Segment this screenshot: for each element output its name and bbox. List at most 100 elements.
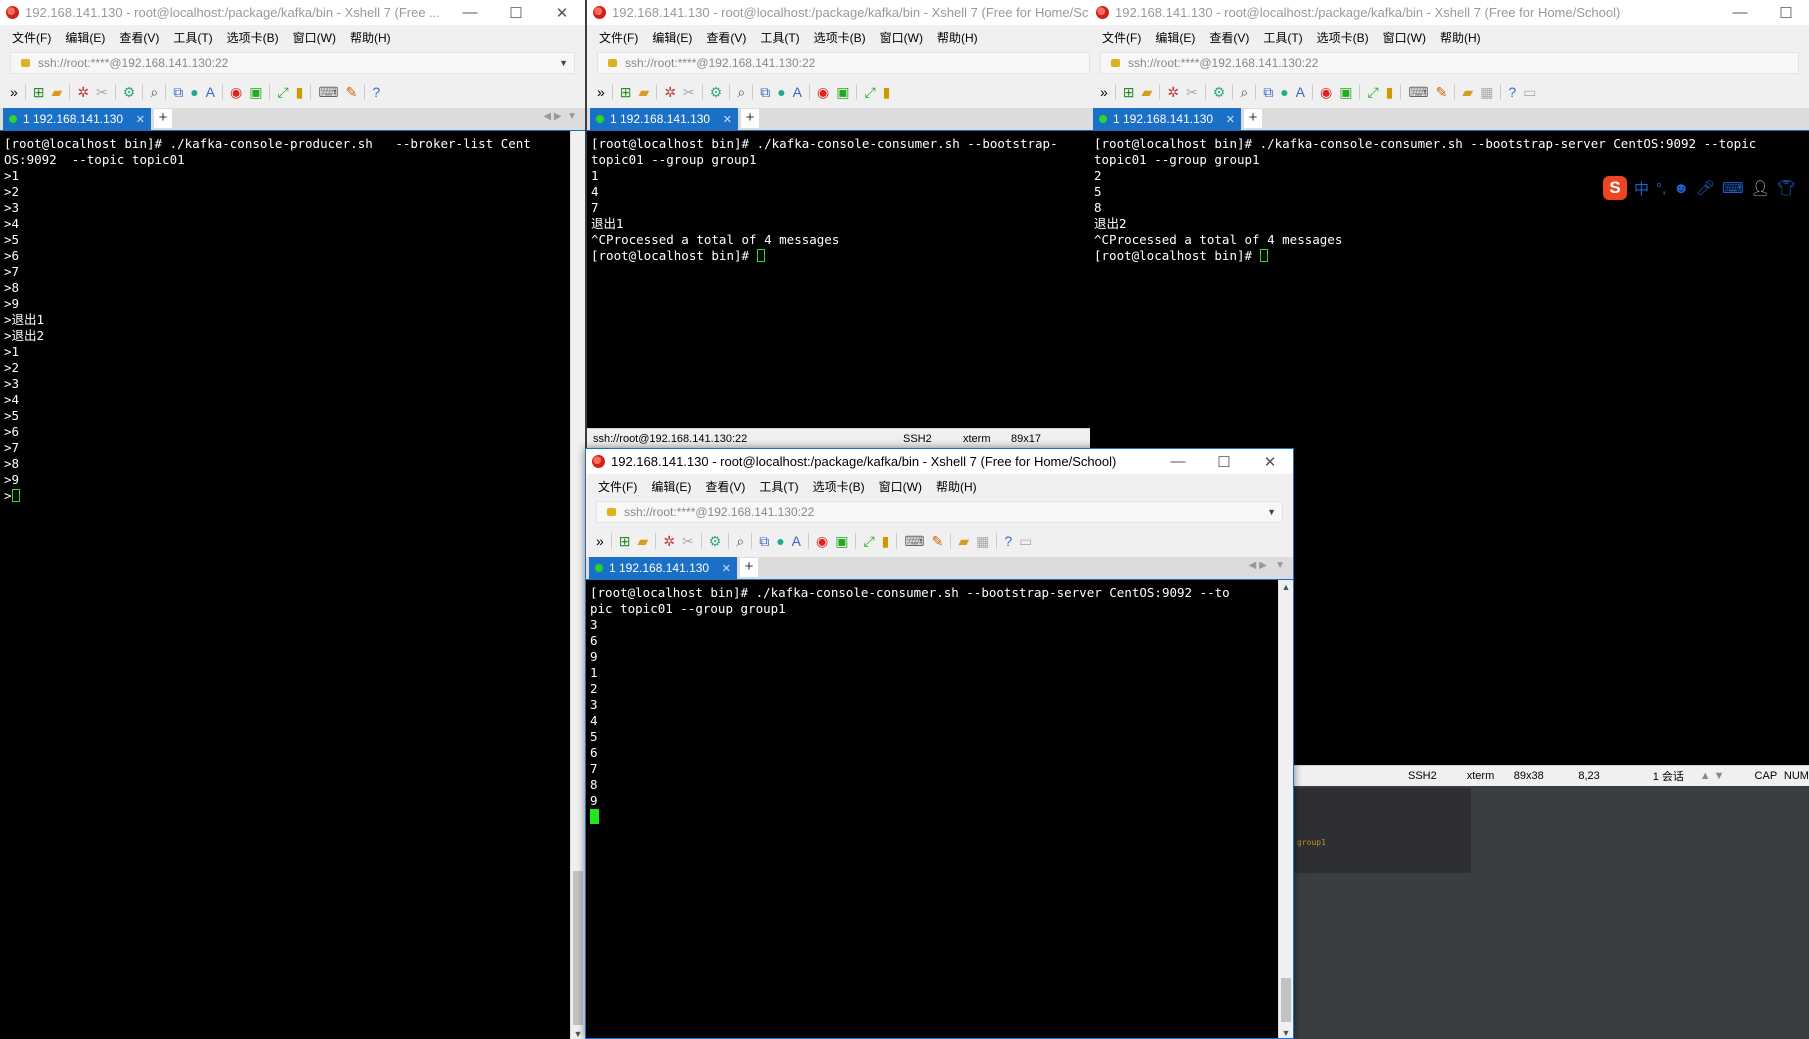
search-icon[interactable]: ⌕ <box>150 85 158 99</box>
open-folder-icon[interactable]: ▰ <box>638 534 649 548</box>
emoji-icon[interactable]: ☻ <box>1673 180 1689 197</box>
menu-tools[interactable]: 工具(T) <box>173 29 212 46</box>
menu-view[interactable]: 查看(V) <box>705 478 745 495</box>
expand-icon[interactable]: » <box>596 534 604 548</box>
layout-icon[interactable]: ▦ <box>1480 85 1493 99</box>
menu-tabs[interactable]: 选项卡(B) <box>813 478 865 495</box>
address-bar[interactable]: ssh://root:****@192.168.141.130:22 <box>1100 52 1799 74</box>
menu-help[interactable]: 帮助(H) <box>937 29 978 46</box>
connect-icon[interactable]: ✲ <box>663 534 675 548</box>
keyboard-icon[interactable]: ⌨ <box>318 85 338 99</box>
properties-icon[interactable]: ⚙ <box>1213 85 1226 99</box>
address-bar[interactable]: ssh://root:****@192.168.141.130:22 ▼ <box>596 501 1283 523</box>
close-icon[interactable]: ✕ <box>722 562 731 575</box>
xshell-green-icon[interactable]: ▣ <box>1339 85 1352 99</box>
help-icon[interactable]: ? <box>1004 534 1012 548</box>
chevron-down-icon[interactable]: ▼ <box>559 58 568 68</box>
menu-view[interactable]: 查看(V) <box>1209 29 1249 46</box>
connect-icon[interactable]: ✲ <box>1167 85 1179 99</box>
menu-edit[interactable]: 编辑(E) <box>651 478 691 495</box>
menu-file[interactable]: 文件(F) <box>599 29 638 46</box>
menu-file[interactable]: 文件(F) <box>12 29 51 46</box>
terminal-output[interactable]: [root@localhost bin]# ./kafka-console-co… <box>587 131 1090 428</box>
address-bar[interactable]: ssh://root:****@192.168.141.130:22 <box>597 52 1090 74</box>
scroll-up-icon[interactable]: ▲ <box>1279 582 1293 592</box>
lock-screen-icon[interactable]: ▮ <box>296 85 304 99</box>
fullscreen-icon[interactable]: ⤢ <box>864 85 875 99</box>
font-icon[interactable]: A <box>793 85 802 99</box>
tab-nav-icon[interactable]: ◀ ▶ ▼ <box>543 111 577 122</box>
globe-icon[interactable]: ● <box>777 85 785 99</box>
transfer-icon[interactable]: ⧉ <box>759 534 769 548</box>
menu-tabs[interactable]: 选项卡(B) <box>814 29 866 46</box>
maximize-button[interactable]: ☐ <box>493 4 539 22</box>
fullscreen-icon[interactable]: ⤢ <box>277 85 288 99</box>
xftp-icon[interactable]: ◉ <box>230 85 242 99</box>
menu-view[interactable]: 查看(V) <box>119 29 159 46</box>
connect-icon[interactable]: ✲ <box>664 85 676 99</box>
scroll-thumb[interactable] <box>1281 978 1291 1022</box>
session-tab[interactable]: 1 192.168.141.130 ✕ <box>590 108 738 130</box>
transfer-icon[interactable]: ⧉ <box>1263 85 1273 99</box>
script-icon[interactable]: ✎ <box>932 534 944 548</box>
search-icon[interactable]: ⌕ <box>1240 85 1248 99</box>
lock-screen-icon[interactable]: ▮ <box>1386 85 1394 99</box>
disconnect-icon[interactable]: ✂ <box>96 85 108 99</box>
menu-window[interactable]: 窗口(W) <box>880 29 923 46</box>
chat-icon[interactable]: ▭ <box>1523 85 1536 99</box>
menu-file[interactable]: 文件(F) <box>598 478 637 495</box>
xshell-green-icon[interactable]: ▣ <box>835 534 848 548</box>
terminal-output[interactable]: [root@localhost bin]# ./kafka-console-co… <box>586 580 1278 1038</box>
menu-view[interactable]: 查看(V) <box>706 29 746 46</box>
help-icon[interactable]: ? <box>372 85 380 99</box>
font-icon[interactable]: A <box>1296 85 1305 99</box>
keyboard-icon[interactable]: ⌨ <box>904 534 924 548</box>
close-icon[interactable]: ✕ <box>1226 113 1235 126</box>
help-icon[interactable]: ? <box>1508 85 1516 99</box>
xftp-icon[interactable]: ◉ <box>1320 85 1332 99</box>
user-icon[interactable]: 👤︎ <box>1751 179 1770 197</box>
globe-icon[interactable]: ● <box>776 534 784 548</box>
maximize-button[interactable]: ☐ <box>1201 453 1247 471</box>
open-folder-icon[interactable]: ▰ <box>639 85 650 99</box>
folder-icon[interactable]: ▰ <box>1462 85 1473 99</box>
layout-icon[interactable]: ▦ <box>976 534 989 548</box>
close-icon[interactable]: ✕ <box>723 113 732 126</box>
menu-tools[interactable]: 工具(T) <box>760 29 799 46</box>
new-session-icon[interactable]: ⊞ <box>619 534 631 548</box>
expand-icon[interactable]: » <box>597 85 605 99</box>
microphone-icon[interactable]: 🎤︎ <box>1696 179 1715 197</box>
minimize-button[interactable]: — <box>1717 4 1763 21</box>
add-tab-button[interactable]: + <box>740 558 758 577</box>
ime-punct[interactable]: °, <box>1656 180 1666 197</box>
minimize-button[interactable]: — <box>1155 453 1201 470</box>
disconnect-icon[interactable]: ✂ <box>1186 85 1198 99</box>
ime-mode[interactable]: 中 <box>1634 178 1649 199</box>
disconnect-icon[interactable]: ✂ <box>683 85 695 99</box>
connect-icon[interactable]: ✲ <box>77 85 89 99</box>
sogou-logo-icon[interactable]: S <box>1603 176 1627 200</box>
close-icon[interactable]: ✕ <box>136 113 145 126</box>
menu-edit[interactable]: 编辑(E) <box>652 29 692 46</box>
menu-window[interactable]: 窗口(W) <box>879 478 922 495</box>
xshell-green-icon[interactable]: ▣ <box>836 85 849 99</box>
menu-help[interactable]: 帮助(H) <box>350 29 391 46</box>
session-tab[interactable]: 1 192.168.141.130 ✕ <box>3 108 151 130</box>
properties-icon[interactable]: ⚙ <box>123 85 136 99</box>
session-nav-icon[interactable]: ▲ ▼ <box>1700 770 1755 782</box>
expand-icon[interactable]: » <box>1100 85 1108 99</box>
search-icon[interactable]: ⌕ <box>737 85 745 99</box>
terminal-output[interactable]: [root@localhost bin]# ./kafka-console-pr… <box>0 131 570 1039</box>
close-button[interactable]: ✕ <box>539 4 585 22</box>
globe-icon[interactable]: ● <box>190 85 198 99</box>
scroll-thumb[interactable] <box>573 871 583 1025</box>
script-icon[interactable]: ✎ <box>346 85 358 99</box>
lock-screen-icon[interactable]: ▮ <box>882 534 890 548</box>
expand-icon[interactable]: » <box>10 85 18 99</box>
scroll-down-icon[interactable]: ▼ <box>1279 1028 1293 1038</box>
lock-screen-icon[interactable]: ▮ <box>883 85 891 99</box>
add-tab-button[interactable]: + <box>741 109 759 128</box>
keyboard-icon[interactable]: ⌨ <box>1722 179 1744 197</box>
fullscreen-icon[interactable]: ⤢ <box>863 534 874 548</box>
menu-window[interactable]: 窗口(W) <box>293 29 336 46</box>
